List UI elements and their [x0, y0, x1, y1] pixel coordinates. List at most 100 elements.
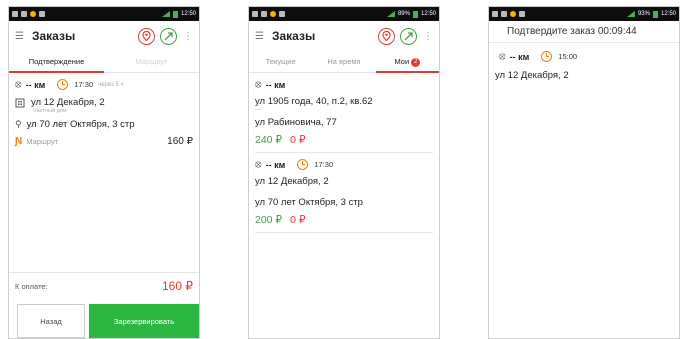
status-time: 12:50: [180, 11, 196, 17]
tab-bar: Текущие На время Мои 2: [249, 51, 439, 73]
distance-pin-icon: ⦻: [255, 159, 262, 170]
order-card[interactable]: ⦻ -- км 17:30 ул 12 Декабря, 2 ул 70 лет…: [255, 159, 433, 226]
location-pin-button[interactable]: [378, 27, 395, 45]
map-pin-icon: [142, 31, 151, 41]
clock-icon: [57, 79, 69, 90]
battery-icon: [412, 10, 418, 18]
signal-icon: [161, 11, 170, 17]
route-icon: [404, 31, 413, 40]
order-card[interactable]: ⦻ -- км ул 1905 года, 40, п.2, кв.62 ---…: [255, 79, 433, 146]
notification-icon: [261, 11, 267, 17]
to-address: ул Рабиновича, 77: [255, 117, 337, 128]
tab-bar: Подтверждение Маршрут: [9, 51, 199, 73]
menu-icon[interactable]: ☰: [15, 31, 24, 42]
distance-value: -- км: [25, 79, 46, 90]
route-button[interactable]: [160, 27, 177, 45]
more-options-icon[interactable]: ⋮: [183, 31, 193, 42]
back-button[interactable]: Назад: [17, 304, 85, 338]
phone-screen-my-orders: 89% 12:50 ☰ Заказы ⋮ Текущие На время Мои…: [248, 6, 440, 339]
order-details: ⦻ -- км 17:30 через 5 ч ул 12 Декабря, 2…: [9, 73, 199, 147]
route-icon: Ɲ: [15, 136, 23, 147]
notification-icon: [21, 11, 27, 17]
address: ул 12 Декабря, 2: [495, 70, 569, 81]
order-meta: ⦻ -- км 15:00: [499, 51, 673, 62]
tab-mine[interactable]: Мои 2: [375, 51, 439, 73]
tab-current[interactable]: Текущие: [249, 51, 312, 72]
order-extra: 0 ₽: [290, 134, 306, 146]
notification-icon: [39, 11, 45, 17]
status-time: 12:50: [660, 11, 676, 17]
notification-icon: [279, 11, 285, 17]
status-bar: 89% 12:50: [249, 7, 439, 21]
divider: [255, 232, 433, 233]
status-time: 12:50: [420, 11, 436, 17]
route-row[interactable]: Ɲ Маршрут 160 ₽: [15, 136, 193, 147]
signal-icon: [386, 11, 395, 17]
clock-icon: [297, 159, 309, 170]
to-address: ул 70 лет Октября, 3 стр: [26, 119, 135, 130]
order-price: 240 ₽: [255, 134, 283, 146]
route-label: Маршрут: [26, 137, 59, 146]
toolbar: ☰ Заказы ⋮: [249, 21, 439, 51]
map-pin-icon: [382, 31, 391, 41]
destination-icon: ⚲: [15, 119, 22, 129]
distance-value: -- км: [265, 79, 286, 90]
phone-screen-confirm: 12:50 ☰ Заказы ⋮ Подтверждение Маршрут ⦻…: [8, 6, 200, 339]
price-row: 200 ₽ 0 ₽: [255, 214, 433, 226]
order-time-relative: через 5 ч: [98, 81, 124, 88]
distance-value: -- км: [265, 159, 286, 170]
to-address: ул 70 лет Октября, 3 стр: [255, 197, 363, 208]
battery-icon: [652, 10, 658, 18]
app-icon: [510, 11, 516, 17]
order-time: 17:30: [74, 80, 94, 89]
distance-pin-icon: ⦻: [499, 51, 506, 62]
tab-mine-label: Мои: [394, 57, 410, 66]
order-extra: 0 ₽: [290, 214, 306, 226]
distance-pin-icon: ⦻: [15, 79, 22, 90]
tab-route[interactable]: Маршрут: [104, 51, 199, 72]
battery-percent: 89%: [397, 11, 410, 17]
menu-icon[interactable]: ☰: [255, 31, 264, 42]
order-time: 17:30: [314, 160, 334, 169]
battery-percent: 93%: [637, 11, 650, 17]
location-pin-button[interactable]: [138, 27, 155, 45]
order-meta: ⦻ -- км 17:30: [255, 159, 433, 170]
from-address-note: ---: [255, 107, 261, 113]
more-options-icon[interactable]: ⋮: [423, 31, 433, 42]
notification-icon: [12, 11, 18, 17]
app-icon: [270, 11, 276, 17]
order-price: 200 ₽: [255, 214, 283, 226]
order-list: ⦻ -- км ул 1905 года, 40, п.2, кв.62 ---…: [249, 73, 439, 233]
tab-confirmation[interactable]: Подтверждение: [9, 51, 104, 73]
order-meta: ⦻ -- км: [255, 79, 433, 90]
reserve-button[interactable]: Зарезервировать: [89, 304, 199, 338]
to-address-row: ⚲ ул 70 лет Октября, 3 стр: [15, 119, 193, 130]
confirm-order-banner[interactable]: Подтвердите заказ 00:09:44: [489, 21, 679, 43]
page-title: Заказы: [271, 29, 316, 43]
route-icon: [164, 31, 173, 40]
from-address-row: ул 12 Декабря, 2: [15, 97, 193, 108]
from-address-note: Частный дом: [33, 108, 67, 114]
from-address: ул 1905 года, 40, п.2, кв.62: [255, 96, 373, 107]
from-address: ул 12 Декабря, 2: [31, 97, 105, 108]
pay-value: 160 ₽: [162, 279, 193, 293]
toolbar: ☰ Заказы ⋮: [9, 21, 199, 51]
distance-pin-icon: ⦻: [255, 79, 262, 90]
tab-scheduled[interactable]: На время: [312, 51, 375, 72]
order-details[interactable]: ⦻ -- км 15:00 ул 12 Декабря, 2: [489, 43, 679, 81]
my-orders-count-badge: 2: [411, 57, 421, 67]
clock-icon: [541, 51, 553, 62]
notification-icon: [252, 11, 258, 17]
page-title: Заказы: [31, 29, 76, 43]
route-button[interactable]: [400, 27, 417, 45]
notification-icon: [492, 11, 498, 17]
order-price: 160 ₽: [167, 136, 193, 147]
building-icon: [15, 98, 25, 107]
order-time: 15:00: [558, 52, 578, 61]
notification-icon: [519, 11, 525, 17]
from-address: ул 12 Декабря, 2: [255, 176, 329, 187]
distance-value: -- км: [509, 51, 530, 62]
payment-panel: К оплате: 160 ₽ Назад Зарезервировать: [9, 272, 199, 338]
signal-icon: [626, 11, 635, 17]
divider: [255, 152, 433, 153]
